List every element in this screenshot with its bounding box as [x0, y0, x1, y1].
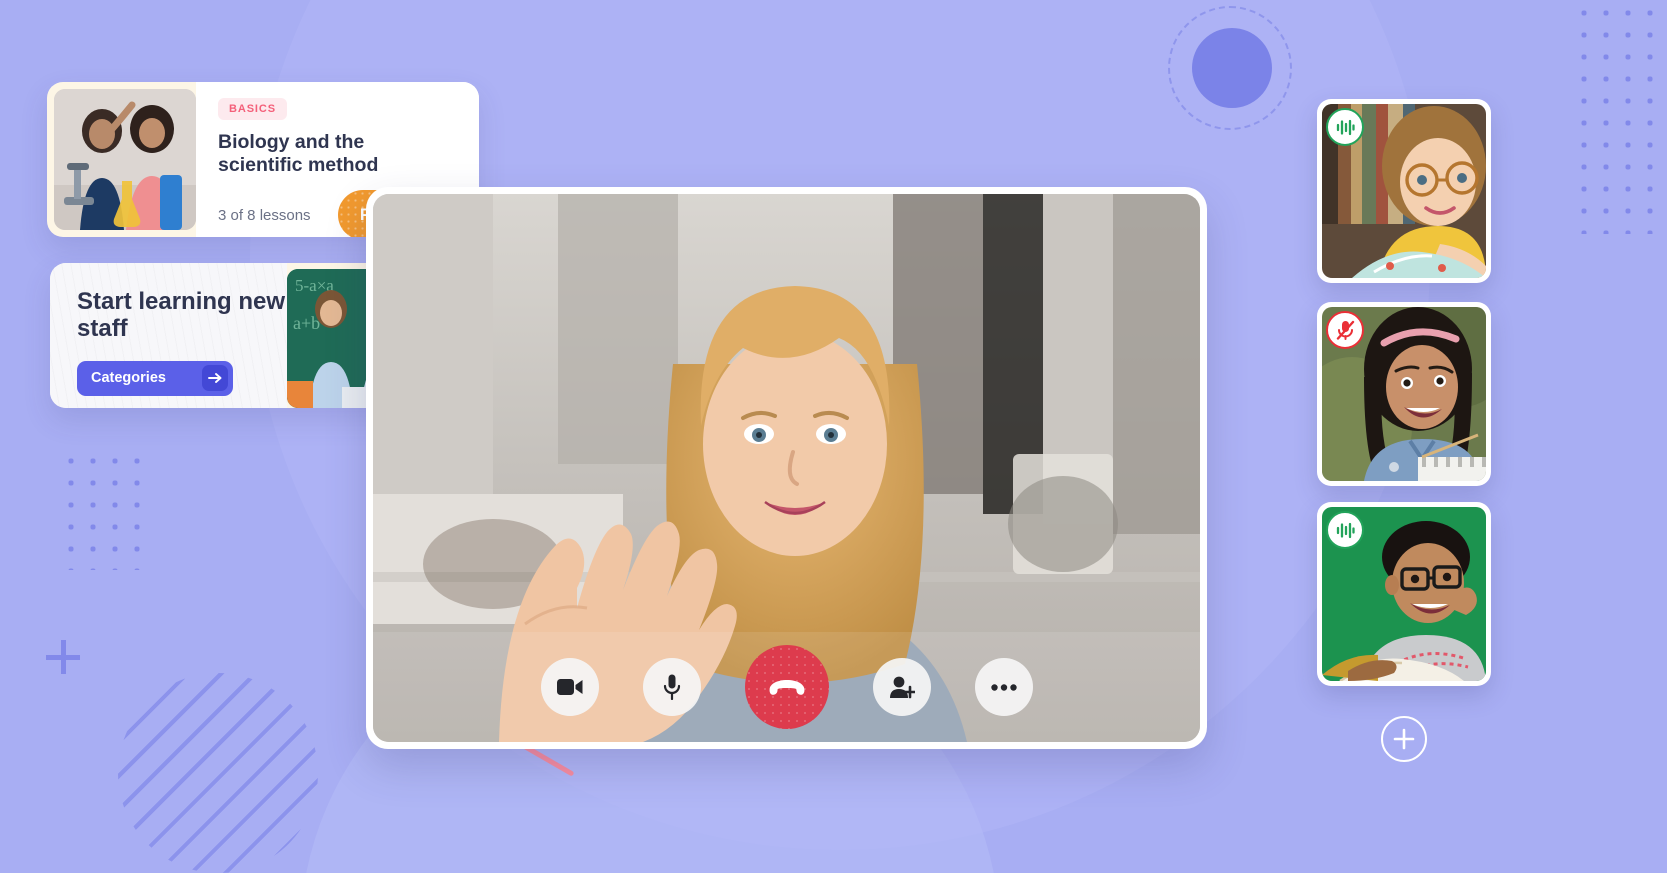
more-options-button[interactable]	[974, 658, 1033, 716]
add-participant-button[interactable]	[1381, 716, 1427, 762]
lesson-progress-text: 3 of 8 lessons	[218, 206, 311, 224]
person-add-icon	[889, 676, 915, 699]
video-camera-icon	[556, 679, 582, 695]
solid-circle-decoration	[1192, 28, 1272, 108]
audio-wave-icon	[1326, 108, 1364, 146]
microphone-icon	[663, 674, 680, 700]
lesson-title: Biology and the scientific method	[218, 131, 379, 176]
participant-1[interactable]	[1317, 99, 1491, 283]
promo-card-body: Start learning new staff Categories	[50, 263, 287, 408]
microphone-muted-icon	[1326, 311, 1364, 349]
arrow-right-icon	[202, 365, 228, 392]
status-badge: BASICS	[218, 98, 287, 120]
add-person-button[interactable]	[872, 658, 931, 716]
dot-grid-icon	[1573, 2, 1667, 234]
end-call-button[interactable]	[744, 645, 829, 729]
page-root: BASICS Biology and the scientific method…	[0, 0, 1667, 873]
participant-2[interactable]	[1317, 302, 1491, 486]
plus-icon	[1393, 728, 1415, 750]
microphone-button[interactable]	[642, 658, 701, 716]
svg-text:a+b: a+b	[293, 313, 320, 333]
participant-3[interactable]	[1317, 502, 1491, 686]
audio-wave-icon	[1326, 511, 1364, 549]
lesson-thumbnail	[54, 89, 196, 230]
categories-button-label: Categories	[91, 370, 166, 387]
main-video-feed	[373, 194, 1200, 742]
video-controls-bar	[373, 632, 1200, 742]
phone-hangup-icon	[769, 680, 804, 695]
plus-decoration-icon	[46, 640, 80, 674]
categories-button[interactable]: Categories	[77, 360, 233, 396]
dot-grid-icon	[60, 450, 152, 570]
video-call-panel	[366, 187, 1207, 749]
promo-title: Start learning new staff	[77, 288, 286, 342]
ellipsis-icon	[990, 683, 1017, 691]
camera-button[interactable]	[540, 658, 599, 716]
diagonal-stripes-icon	[118, 673, 318, 873]
